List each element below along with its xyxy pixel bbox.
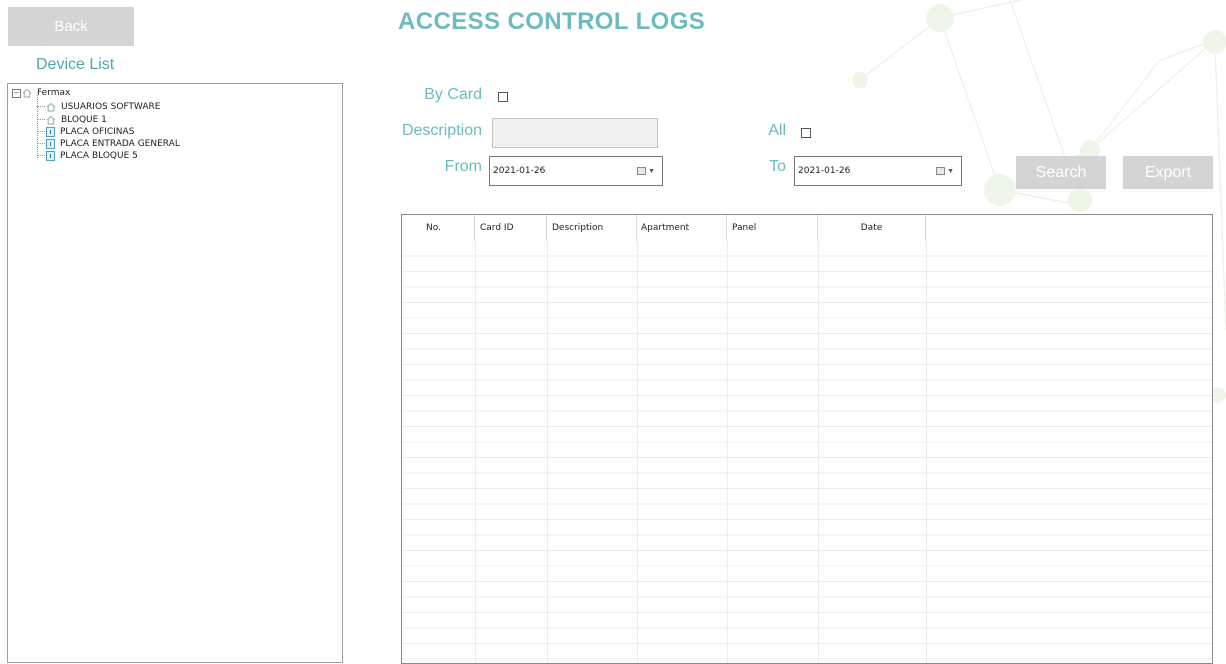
house-icon bbox=[22, 88, 32, 98]
door-panel-icon bbox=[46, 150, 55, 161]
column-header-date[interactable]: Date bbox=[818, 215, 926, 241]
column-header-apartment[interactable]: Apartment bbox=[637, 215, 727, 241]
back-button[interactable]: Back bbox=[8, 7, 134, 46]
from-label: From bbox=[444, 158, 482, 175]
search-button[interactable]: Search bbox=[1016, 156, 1106, 189]
access-log-table[interactable]: No. Card ID Description Apartment Panel … bbox=[401, 214, 1213, 664]
collapse-icon[interactable]: − bbox=[12, 88, 21, 98]
table-body[interactable] bbox=[402, 241, 1212, 663]
column-divider bbox=[727, 241, 728, 663]
description-label: Description bbox=[401, 122, 482, 139]
column-header-card-id[interactable]: Card ID bbox=[475, 215, 547, 241]
column-divider bbox=[475, 241, 476, 663]
tree-item-placa-oficinas[interactable]: PLACA OFICINAS bbox=[37, 126, 134, 137]
tree-root-fermax[interactable]: − Fermax bbox=[12, 87, 70, 99]
door-panel-icon bbox=[46, 126, 55, 137]
calendar-icon[interactable] bbox=[936, 167, 946, 175]
all-label: All bbox=[768, 122, 786, 139]
column-divider bbox=[818, 241, 819, 663]
table-header: No. Card ID Description Apartment Panel … bbox=[402, 215, 1212, 241]
house-icon bbox=[46, 102, 56, 111]
tree-item-label: BLOQUE 1 bbox=[61, 114, 107, 125]
to-date-value: 2021-01-26 bbox=[798, 166, 851, 176]
tree-item-usuarios-software[interactable]: USUARIOS SOFTWARE bbox=[37, 101, 160, 112]
to-label: To bbox=[769, 158, 786, 175]
by-card-checkbox[interactable] bbox=[498, 92, 508, 102]
column-divider bbox=[547, 241, 548, 663]
device-list-title: Device List bbox=[36, 56, 115, 73]
tree-item-label: PLACA ENTRADA GENERAL bbox=[60, 138, 180, 149]
calendar-icon[interactable] bbox=[637, 167, 647, 175]
device-tree-panel[interactable]: − Fermax USUARIOS SOFTWARE BLOQUE 1 PLAC… bbox=[7, 83, 343, 663]
tree-item-placa-entrada-general[interactable]: PLACA ENTRADA GENERAL bbox=[37, 138, 180, 149]
column-header-description[interactable]: Description bbox=[547, 215, 637, 241]
all-checkbox[interactable] bbox=[801, 128, 811, 138]
tree-item-label: PLACA BLOQUE 5 bbox=[60, 150, 138, 161]
tree-item-bloque-1[interactable]: BLOQUE 1 bbox=[37, 114, 107, 125]
tree-item-label: PLACA OFICINAS bbox=[60, 126, 135, 137]
column-header-no[interactable]: No. bbox=[402, 215, 475, 241]
column-divider bbox=[926, 241, 927, 663]
export-button[interactable]: Export bbox=[1123, 156, 1213, 189]
page-title: ACCESS CONTROL LOGS bbox=[398, 8, 706, 35]
house-icon bbox=[46, 115, 56, 124]
tree-item-placa-bloque-5[interactable]: PLACA BLOQUE 5 bbox=[37, 150, 138, 161]
dropdown-arrow-icon[interactable]: ▼ bbox=[648, 168, 655, 175]
description-input[interactable] bbox=[492, 118, 658, 148]
column-header-panel[interactable]: Panel bbox=[727, 215, 818, 241]
tree-root-label: Fermax bbox=[37, 88, 71, 98]
to-date-picker[interactable]: 2021-01-26 ▼ bbox=[794, 156, 962, 186]
from-date-value: 2021-01-26 bbox=[493, 166, 546, 176]
dropdown-arrow-icon[interactable]: ▼ bbox=[947, 168, 954, 175]
column-divider bbox=[637, 241, 638, 663]
by-card-label: By Card bbox=[424, 86, 482, 103]
door-panel-icon bbox=[46, 138, 55, 149]
tree-item-label: USUARIOS SOFTWARE bbox=[61, 101, 161, 112]
from-date-picker[interactable]: 2021-01-26 ▼ bbox=[489, 156, 663, 186]
